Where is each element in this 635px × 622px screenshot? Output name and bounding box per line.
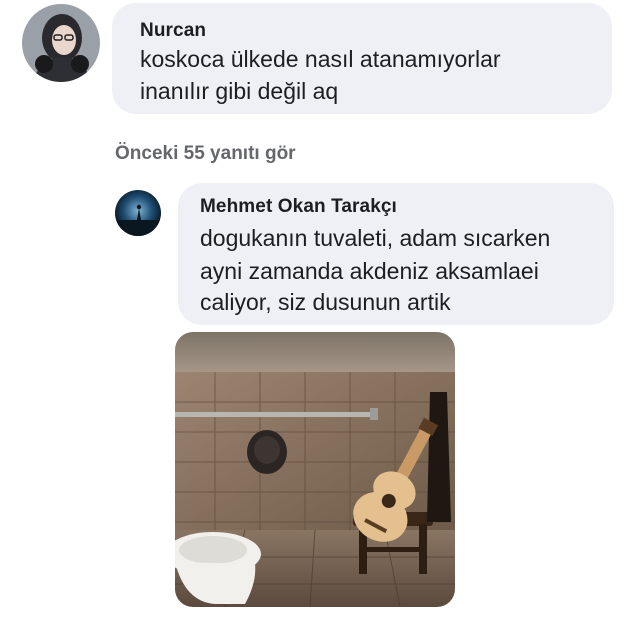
comment-bubble: Nurcan koskoca ülkede nasıl atanamıyorla… [112, 3, 612, 114]
reply-text-line: caliyor, siz dusunun artik [200, 289, 451, 315]
reply-text-line: ayni zamanda akdeniz aksamlaei [200, 258, 539, 284]
reply-photo-attachment[interactable] [175, 332, 455, 607]
reply-bubble: Mehmet Okan Tarakçı dogukanın tuvaleti, … [178, 183, 614, 325]
comment-text-line: inanılır gibi değil aq [140, 78, 339, 104]
comment-author[interactable]: Nurcan [140, 20, 206, 42]
comment-text-line: koskoca ülkede nasıl atanamıyorlar [140, 46, 501, 72]
avatar-nurcan[interactable] [22, 4, 100, 82]
reply-text-line: dogukanın tuvaleti, adam sıcarken [200, 225, 551, 251]
reply-author[interactable]: Mehmet Okan Tarakçı [200, 196, 397, 218]
avatar-mehmet[interactable] [115, 190, 161, 236]
view-previous-replies-link[interactable]: Önceki 55 yanıtı gör [115, 143, 296, 165]
